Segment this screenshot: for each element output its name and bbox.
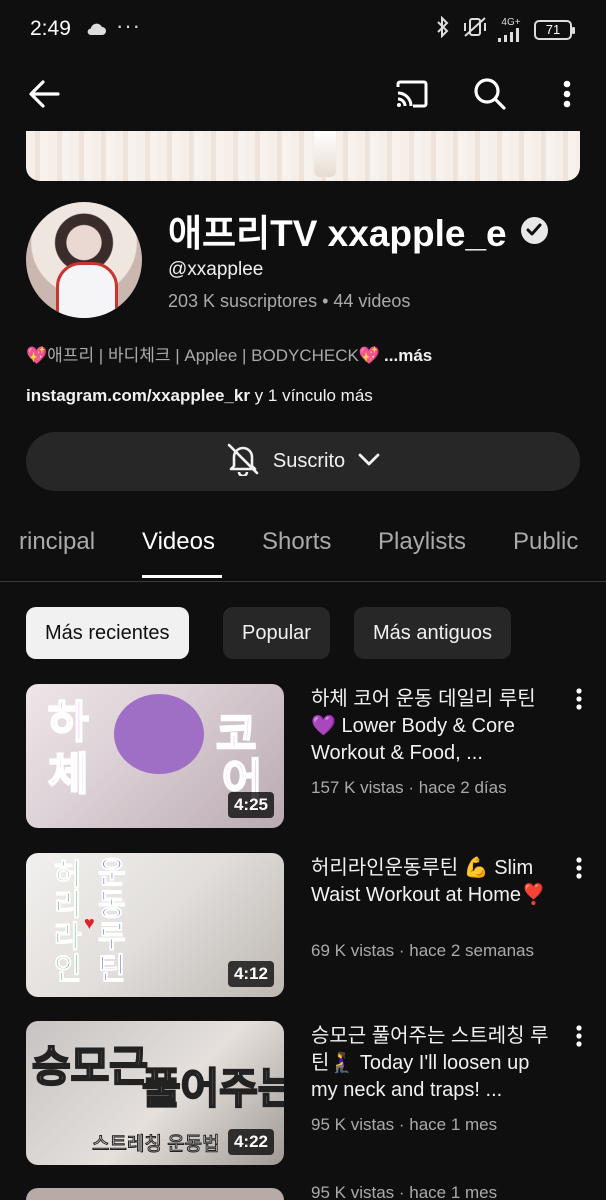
description-text: 💖애프리 | 바디체크 | Applee | BODYCHECK💖 <box>26 346 381 365</box>
verified-check-icon <box>520 216 548 244</box>
chevron-down-icon <box>357 450 381 473</box>
tab-public[interactable]: Public <box>513 528 578 556</box>
thumb-text: 인 <box>54 953 83 986</box>
notification-dots: ··· <box>116 13 141 38</box>
back-arrow-icon[interactable] <box>20 70 68 118</box>
bell-off-icon <box>225 442 261 482</box>
cast-icon[interactable] <box>388 70 436 118</box>
channel-handle: @xxapplee <box>168 259 264 280</box>
channel-banner <box>26 131 580 181</box>
thumb-text: 풀어주는 <box>141 1064 284 1113</box>
signal-icon: 4G+ <box>498 17 524 42</box>
channel-avatar[interactable] <box>26 202 142 318</box>
thumbnail-figure <box>114 694 204 774</box>
battery-icon: 71 <box>534 19 575 40</box>
active-tab-indicator <box>142 575 222 578</box>
channel-description[interactable]: 💖애프리 | 바디체크 | Applee | BODYCHECK💖 ...más <box>26 341 432 366</box>
thumb-text: 리 <box>54 889 83 922</box>
video-meta: 95 K vistas · hace 1 mes <box>311 1115 498 1134</box>
link-url[interactable]: instagram.com/xxapplee_kr <box>26 386 250 405</box>
video-duration: 4:12 <box>227 961 274 987</box>
subscribed-label: Suscrito <box>272 450 346 472</box>
link-suffix: y 1 vínculo más <box>249 386 373 405</box>
subscribed-button[interactable]: Suscrito <box>26 432 580 491</box>
video-title[interactable]: 허리라인운동루틴 💪 Slim Waist Workout at Home❣️ <box>311 855 561 909</box>
video-thumbnail[interactable]: 허 리 라 인 ♥ 운 동 루 틴 4:12 <box>26 853 284 997</box>
channel-stats: 203 K suscriptores • 44 videos <box>168 291 411 311</box>
video-more-icon[interactable] <box>564 1021 594 1051</box>
video-thumbnail-partial[interactable] <box>26 1188 284 1200</box>
video-thumbnail[interactable]: 승모근 풀어주는 스트레칭 운동법 4:22 <box>26 1021 284 1165</box>
chip-recent[interactable]: Más recientes <box>26 607 189 659</box>
chip-oldest[interactable]: Más antiguos <box>354 607 511 659</box>
video-title[interactable]: 하체 코어 운동 데일리 루틴 💜 Lower Body & Core Work… <box>311 686 561 767</box>
cloud-icon <box>86 22 106 40</box>
video-duration: 4:22 <box>227 1129 274 1155</box>
channel-tabs: rincipal Videos Shorts Playlists Public <box>0 518 606 582</box>
thumb-text: 승모근 <box>31 1042 149 1091</box>
video-thumbnail[interactable]: 하 체 코 어 4:25 <box>26 684 284 828</box>
video-meta-partial: 95 K vistas · hace 1 mes <box>311 1183 498 1200</box>
thumb-text: 루 <box>98 921 127 954</box>
thumb-text: 틴 <box>98 953 127 986</box>
video-item[interactable]: 허 리 라 인 ♥ 운 동 루 틴 4:12 허리라인운동루틴 💪 Slim W… <box>0 853 606 1003</box>
chip-popular[interactable]: Popular <box>223 607 330 659</box>
vibrate-off-icon <box>462 16 488 43</box>
thumb-text: 스트레칭 운동법 <box>92 1134 221 1156</box>
video-duration: 4:25 <box>227 792 274 818</box>
video-item[interactable]: 승모근 풀어주는 스트레칭 운동법 4:22 승모근 풀어주는 스트레칭 루틴🧎… <box>0 1021 606 1171</box>
tab-principal[interactable]: rincipal <box>19 528 95 556</box>
bluetooth-icon <box>434 15 452 43</box>
thumb-text: 라 <box>54 921 83 954</box>
status-bar: 2:49 ··· 4G+ 71 <box>0 0 606 60</box>
search-icon[interactable] <box>466 70 514 118</box>
video-meta: 157 K vistas · hace 2 días <box>311 778 507 797</box>
video-item[interactable]: 하 체 코 어 4:25 하체 코어 운동 데일리 루틴 💜 Lower Bod… <box>0 684 606 834</box>
status-time: 2:49 <box>30 17 71 40</box>
channel-name: 애프리TV xxapple_e <box>168 203 548 257</box>
tab-playlists[interactable]: Playlists <box>378 528 466 556</box>
video-meta: 69 K vistas · hace 2 semanas <box>311 941 535 960</box>
thumb-text: 허 <box>54 859 83 892</box>
more-vert-icon[interactable] <box>543 70 591 118</box>
video-more-icon[interactable] <box>564 684 594 714</box>
video-title[interactable]: 승모근 풀어주는 스트레칭 루틴🧎‍♀️ Today I'll loosen u… <box>311 1023 561 1104</box>
heart-icon: ♥ <box>84 913 95 933</box>
app-bar <box>0 62 606 126</box>
channel-name-text: 애프리TV xxapple_e <box>168 213 507 254</box>
tab-videos[interactable]: Videos <box>142 528 215 556</box>
channel-links[interactable]: instagram.com/xxapplee_kr y 1 vínculo má… <box>26 386 373 406</box>
video-more-icon[interactable] <box>564 853 594 883</box>
description-more-link[interactable]: ...más <box>384 346 432 365</box>
thumb-text: 운 <box>98 857 127 890</box>
tab-shorts[interactable]: Shorts <box>262 528 331 556</box>
thumb-text: 동 <box>98 889 127 922</box>
thumb-text: 체 <box>47 749 90 800</box>
